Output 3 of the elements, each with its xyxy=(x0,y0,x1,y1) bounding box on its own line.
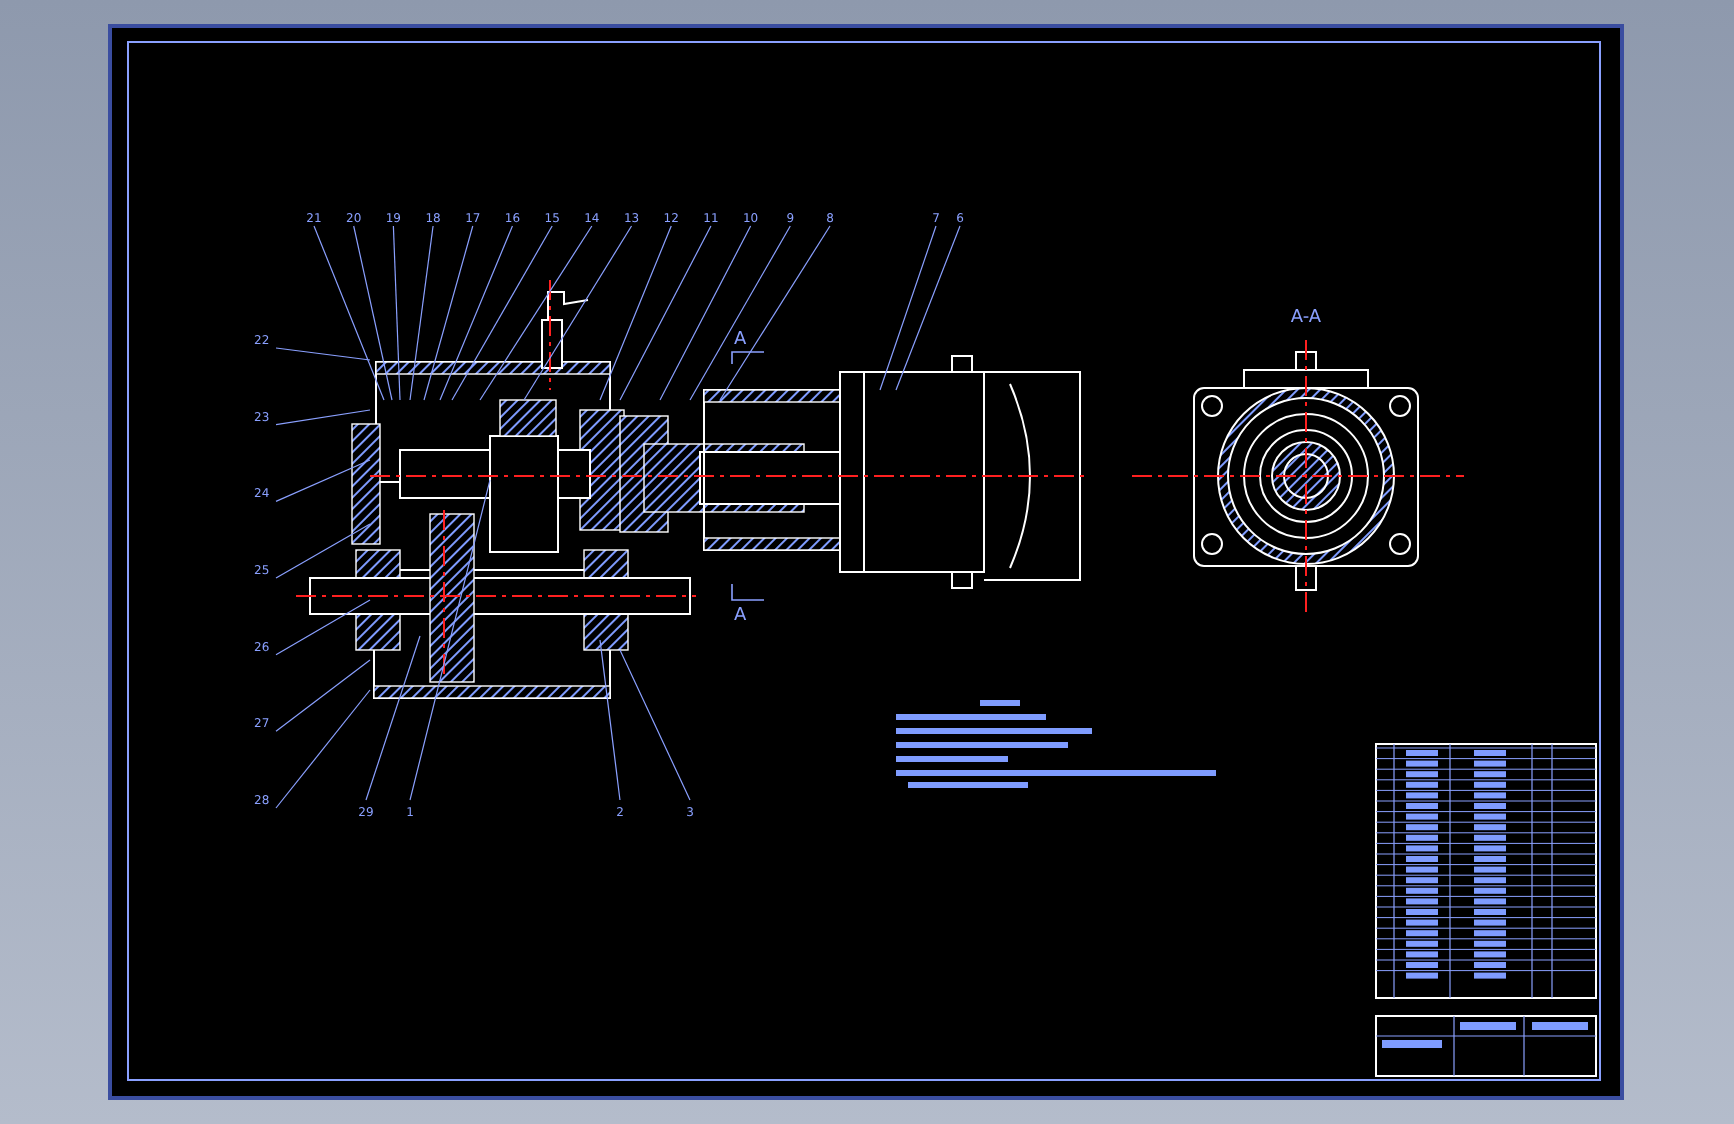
section-mark: A xyxy=(734,330,747,350)
section-mark: A xyxy=(734,606,747,626)
section-view-title: A-A xyxy=(1290,308,1322,328)
